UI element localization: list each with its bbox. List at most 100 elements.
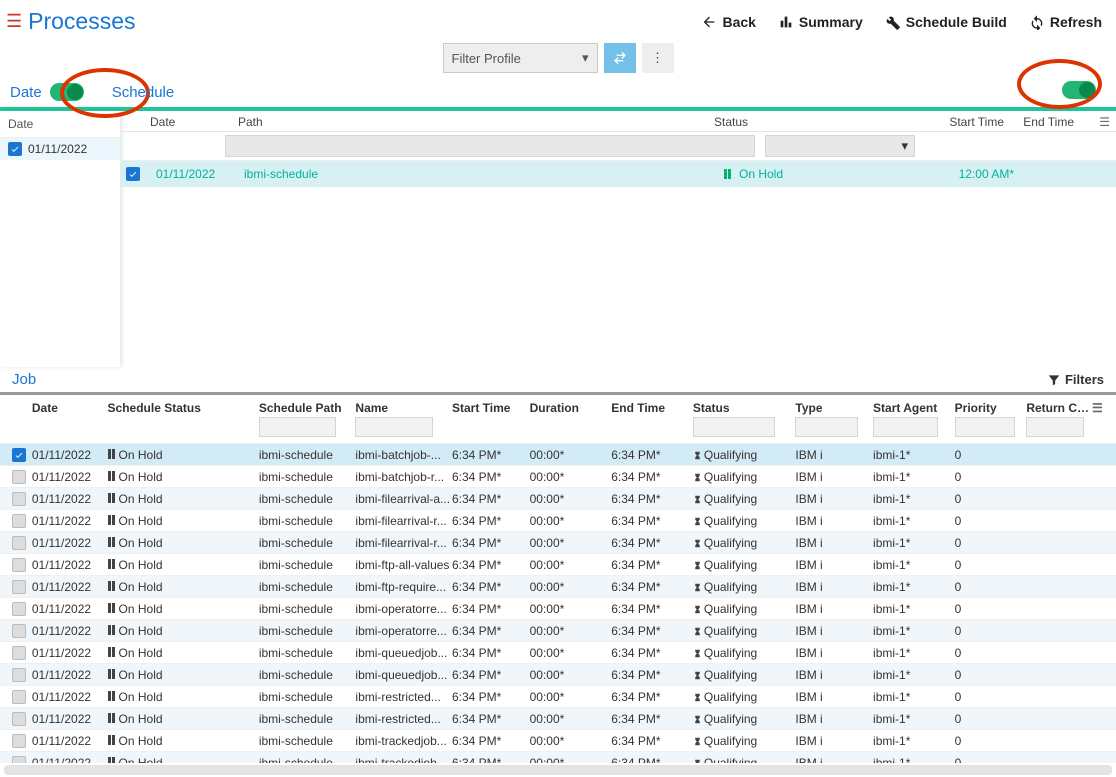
pause-icon bbox=[108, 669, 115, 679]
col-agent[interactable]: Start Agent bbox=[873, 401, 955, 415]
job-row[interactable]: 01/11/2022On Holdibmi-scheduleibmi-track… bbox=[0, 751, 1116, 763]
job-row[interactable]: 01/11/2022On Holdibmi-scheduleibmi-queue… bbox=[0, 663, 1116, 685]
job-row-checkbox[interactable] bbox=[12, 602, 26, 616]
job-row-sched-path: ibmi-schedule bbox=[259, 558, 356, 572]
refresh-label: Refresh bbox=[1050, 14, 1102, 30]
status-filter-select[interactable]: ▾ bbox=[765, 135, 915, 157]
job-row[interactable]: 01/11/2022On Holdibmi-scheduleibmi-restr… bbox=[0, 685, 1116, 707]
job-row[interactable]: 01/11/2022On Holdibmi-scheduleibmi-ftp-r… bbox=[0, 575, 1116, 597]
filters-button[interactable]: Filters bbox=[1047, 372, 1104, 387]
col-date[interactable]: Date bbox=[150, 115, 228, 129]
filter-profile-select[interactable]: Filter Profile ▾ bbox=[443, 43, 598, 73]
horizontal-scrollbar[interactable] bbox=[4, 765, 1112, 775]
job-row[interactable]: 01/11/2022On Holdibmi-scheduleibmi-opera… bbox=[0, 619, 1116, 641]
job-row-agent: ibmi-1* bbox=[873, 492, 955, 506]
col-duration[interactable]: Duration bbox=[530, 401, 612, 415]
return-filter-input[interactable] bbox=[1026, 417, 1084, 437]
col-path[interactable]: Path bbox=[238, 115, 704, 129]
agent-filter-input[interactable] bbox=[873, 417, 938, 437]
job-row-priority: 0 bbox=[955, 712, 1027, 726]
job-row-checkbox[interactable] bbox=[12, 734, 26, 748]
hamburger-icon[interactable]: ☰ bbox=[6, 11, 22, 32]
job-row[interactable]: 01/11/2022On Holdibmi-scheduleibmi-batch… bbox=[0, 465, 1116, 487]
job-row-sched-status: On Hold bbox=[108, 580, 259, 594]
job-row[interactable]: 01/11/2022On Holdibmi-scheduleibmi-filea… bbox=[0, 487, 1116, 509]
job-row-checkbox[interactable] bbox=[12, 514, 26, 528]
col-start[interactable]: Start Time bbox=[452, 401, 530, 415]
job-row-checkbox[interactable] bbox=[12, 580, 26, 594]
date-row-checkbox[interactable] bbox=[8, 142, 22, 156]
job-row[interactable]: 01/11/2022On Holdibmi-scheduleibmi-ftp-a… bbox=[0, 553, 1116, 575]
col-status[interactable]: Status bbox=[714, 115, 884, 129]
schpath-filter-input[interactable] bbox=[259, 417, 336, 437]
col-end[interactable]: End Time bbox=[1014, 115, 1084, 129]
schedule-row-checkbox[interactable] bbox=[126, 167, 140, 181]
job-row-date: 01/11/2022 bbox=[32, 756, 108, 764]
job-row-checkbox[interactable] bbox=[12, 448, 26, 462]
col-name[interactable]: Name bbox=[355, 401, 452, 415]
summary-button[interactable]: Summary bbox=[778, 14, 863, 30]
col-status[interactable]: Status bbox=[693, 401, 796, 415]
type-filter-input[interactable] bbox=[795, 417, 857, 437]
job-row-name: ibmi-ftp-all-values bbox=[355, 558, 452, 572]
job-row-agent: ibmi-1* bbox=[873, 712, 955, 726]
job-row-checkbox[interactable] bbox=[12, 558, 26, 572]
job-row[interactable]: 01/11/2022On Holdibmi-scheduleibmi-opera… bbox=[0, 597, 1116, 619]
job-row-type: IBM i bbox=[795, 448, 873, 462]
job-table-header: Date Schedule Status Schedule Path Name … bbox=[0, 395, 1116, 415]
job-row-end: 6:34 PM* bbox=[611, 624, 693, 638]
job-row-priority: 0 bbox=[955, 558, 1027, 572]
job-row-checkbox[interactable] bbox=[12, 756, 26, 764]
schedule-table: Date Path Status Start Time End Time ☰ ▾… bbox=[120, 107, 1116, 367]
job-row-status: Qualifying bbox=[693, 602, 796, 616]
path-filter-input[interactable] bbox=[225, 135, 755, 157]
job-row-checkbox[interactable] bbox=[12, 712, 26, 726]
job-row-checkbox[interactable] bbox=[12, 492, 26, 506]
priority-filter-input[interactable] bbox=[955, 417, 1015, 437]
job-row-checkbox[interactable] bbox=[12, 536, 26, 550]
hourglass-icon bbox=[693, 756, 701, 764]
job-row[interactable]: 01/11/2022On Holdibmi-scheduleibmi-filea… bbox=[0, 509, 1116, 531]
job-row-checkbox[interactable] bbox=[12, 668, 26, 682]
col-sched-path[interactable]: Schedule Path bbox=[259, 401, 356, 415]
job-row-priority: 0 bbox=[955, 492, 1027, 506]
job-row-name: ibmi-filearrival-a... bbox=[355, 492, 452, 506]
job-row-checkbox[interactable] bbox=[12, 690, 26, 704]
job-row-type: IBM i bbox=[795, 514, 873, 528]
job-row-checkbox[interactable] bbox=[12, 646, 26, 660]
job-row-name: ibmi-trackedjob... bbox=[355, 734, 452, 748]
more-button[interactable]: ⋮ bbox=[642, 43, 674, 73]
job-row-checkbox[interactable] bbox=[12, 470, 26, 484]
job-row-date: 01/11/2022 bbox=[32, 712, 108, 726]
col-priority[interactable]: Priority bbox=[955, 401, 1027, 415]
job-row-end: 6:34 PM* bbox=[611, 536, 693, 550]
job-row-checkbox[interactable] bbox=[12, 624, 26, 638]
schedule-build-button[interactable]: Schedule Build bbox=[885, 14, 1007, 30]
schedule-table-menu-icon[interactable]: ☰ bbox=[1094, 115, 1110, 129]
job-row[interactable]: 01/11/2022On Holdibmi-scheduleibmi-track… bbox=[0, 729, 1116, 751]
col-start[interactable]: Start Time bbox=[894, 115, 1004, 129]
job-row-sched-status: On Hold bbox=[108, 646, 259, 660]
job-bar: Job Filters bbox=[0, 367, 1116, 395]
back-button[interactable]: Back bbox=[701, 14, 755, 30]
schedule-row[interactable]: 01/11/2022 ibmi-schedule On Hold 12:00 A… bbox=[120, 161, 1116, 187]
job-row[interactable]: 01/11/2022On Holdibmi-scheduleibmi-restr… bbox=[0, 707, 1116, 729]
col-date[interactable]: Date bbox=[32, 401, 108, 415]
job-row[interactable]: 01/11/2022On Holdibmi-scheduleibmi-batch… bbox=[0, 443, 1116, 465]
job-row[interactable]: 01/11/2022On Holdibmi-scheduleibmi-filea… bbox=[0, 531, 1116, 553]
date-toggle[interactable] bbox=[50, 83, 84, 101]
col-sched-status[interactable]: Schedule Status bbox=[108, 401, 259, 415]
refresh-button[interactable]: Refresh bbox=[1029, 14, 1102, 30]
date-column-row[interactable]: 01/11/2022 bbox=[0, 138, 120, 160]
job-table-menu-icon[interactable]: ☰ bbox=[1092, 401, 1110, 415]
job-row-sched-status: On Hold bbox=[108, 448, 259, 462]
right-toggle[interactable] bbox=[1062, 81, 1096, 99]
name-filter-input[interactable] bbox=[355, 417, 432, 437]
col-return[interactable]: Return Code bbox=[1026, 401, 1092, 415]
col-end[interactable]: End Time bbox=[611, 401, 693, 415]
status-filter-input[interactable] bbox=[693, 417, 775, 437]
col-type[interactable]: Type bbox=[795, 401, 873, 415]
job-row[interactable]: 01/11/2022On Holdibmi-scheduleibmi-queue… bbox=[0, 641, 1116, 663]
swap-button[interactable] bbox=[604, 43, 636, 73]
job-row-start: 6:34 PM* bbox=[452, 558, 530, 572]
